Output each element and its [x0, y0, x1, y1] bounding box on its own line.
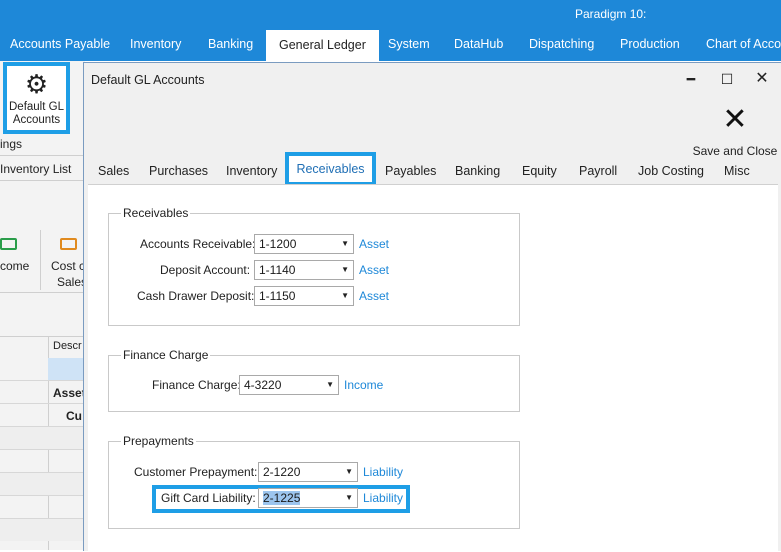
tab-purchases[interactable]: Purchases: [149, 164, 208, 178]
table-row[interactable]: [0, 380, 85, 403]
default-gl-accounts-label-1: Default GL: [9, 101, 64, 113]
gift-card-liability-label: Gift Card Liability:: [161, 491, 256, 505]
default-gl-accounts-dialog: Default GL Accounts ━ ☐ ✕ ✕ Save and Clo…: [83, 62, 781, 552]
deposit-account-select[interactable]: 1-1140 ▼: [254, 260, 354, 280]
tab-inventory[interactable]: Inventory: [226, 164, 277, 178]
menu-tab-general-ledger[interactable]: General Ledger: [266, 30, 379, 61]
finance-charge-type-link[interactable]: Income: [344, 378, 383, 392]
finance-charge-select[interactable]: 4-3220 ▼: [239, 375, 339, 395]
minimize-icon[interactable]: ━: [681, 69, 701, 89]
accounts-receivable-value: 1-1200: [259, 237, 297, 251]
app-title: Paradigm 10:: [575, 7, 647, 21]
tab-equity[interactable]: Equity: [522, 164, 557, 178]
cash-drawer-deposit-value: 1-1150: [259, 289, 296, 303]
table-row[interactable]: [0, 426, 85, 449]
grid-line: [0, 336, 83, 337]
finance-charge-label: Finance Charge:: [152, 378, 241, 392]
receivables-group-title: Receivables: [121, 206, 191, 220]
cash-drawer-deposit-type-link[interactable]: Asset: [359, 289, 389, 303]
income-icon: [0, 238, 17, 250]
tab-misc[interactable]: Misc: [724, 164, 750, 178]
maximize-icon[interactable]: ☐: [717, 69, 737, 89]
deposit-account-label: Deposit Account:: [160, 263, 251, 277]
accounts-receivable-label: Accounts Receivable:: [140, 237, 256, 251]
divider: [0, 292, 83, 293]
save-and-close-button[interactable]: ✕ Save and Close: [692, 102, 778, 159]
table-row[interactable]: [0, 449, 85, 472]
dropdown-arrow-icon: ▼: [345, 493, 353, 502]
deposit-account-type-link[interactable]: Asset: [359, 263, 389, 277]
customer-prepayment-value: 2-1220: [263, 465, 301, 479]
tab-banking[interactable]: Banking: [455, 164, 500, 178]
default-gl-accounts-button[interactable]: ⚙ Default GL Accounts: [3, 62, 70, 134]
divider: [40, 230, 41, 290]
dropdown-arrow-icon: ▼: [341, 291, 349, 300]
dropdown-arrow-icon: ▼: [341, 239, 349, 248]
menu-tab-datahub[interactable]: DataHub: [454, 37, 503, 51]
gift-card-liability-select[interactable]: 2-1225 ▼: [258, 488, 358, 508]
customer-prepayment-type-link[interactable]: Liability: [363, 465, 403, 479]
menu-tab-system[interactable]: System: [388, 37, 430, 51]
divider: [0, 180, 83, 181]
tab-payables[interactable]: Payables: [385, 164, 436, 178]
menu-tab-dispatching[interactable]: Dispatching: [529, 37, 594, 51]
dropdown-arrow-icon: ▼: [341, 265, 349, 274]
finance-charge-group-title: Finance Charge: [121, 348, 211, 362]
menu-tab-production[interactable]: Production: [620, 37, 680, 51]
table-row[interactable]: [0, 518, 85, 541]
description-column-header: Descr: [53, 340, 82, 352]
cost-of-sales-icon: [60, 238, 77, 250]
gift-card-liability-type-link[interactable]: Liability: [363, 491, 403, 505]
divider: [0, 155, 83, 156]
tab-payroll[interactable]: Payroll: [579, 164, 617, 178]
close-x-icon: ✕: [722, 102, 748, 137]
finance-charge-value: 4-3220: [244, 378, 282, 392]
inventory-list-tab[interactable]: Inventory List: [0, 162, 71, 176]
accounts-receivable-type-link[interactable]: Asset: [359, 237, 389, 251]
tab-sales[interactable]: Sales: [98, 164, 129, 178]
dropdown-arrow-icon: ▼: [326, 380, 334, 389]
table-row[interactable]: [0, 403, 85, 426]
settings-label: ings: [0, 137, 23, 151]
table-row[interactable]: [0, 472, 85, 495]
tab-job-costing[interactable]: Job Costing: [638, 164, 704, 178]
table-row[interactable]: [48, 358, 83, 380]
receivables-panel: Receivables Accounts Receivable: 1-1200 …: [88, 184, 778, 552]
cash-drawer-deposit-label: Cash Drawer Deposit:: [137, 289, 255, 303]
customer-prepayment-label: Customer Prepayment:: [134, 465, 258, 479]
tab-receivables[interactable]: Receivables: [285, 152, 376, 186]
gift-card-liability-value: 2-1225: [263, 491, 301, 505]
customer-prepayment-select[interactable]: 2-1220 ▼: [258, 462, 358, 482]
menu-tab-inventory[interactable]: Inventory: [130, 37, 181, 51]
gear-icon: ⚙: [24, 69, 49, 99]
prepayments-group-title: Prepayments: [121, 434, 196, 448]
income-label[interactable]: come: [0, 259, 29, 273]
default-gl-accounts-label-2: Accounts: [12, 114, 61, 126]
cash-drawer-deposit-select[interactable]: 1-1150 ▼: [254, 286, 354, 306]
menu-tab-chart-of-accounts[interactable]: Chart of Accou: [706, 37, 781, 51]
close-icon[interactable]: ✕: [752, 69, 772, 89]
cost-of-sales-label-1[interactable]: Cost c: [51, 259, 85, 273]
dialog-title: Default GL Accounts: [91, 73, 205, 87]
deposit-account-value: 1-1140: [259, 263, 296, 277]
save-and-close-label: Save and Close: [692, 144, 778, 158]
top-ribbon: Paradigm 10: Accounts Payable Inventory …: [0, 0, 781, 61]
menu-tab-banking[interactable]: Banking: [208, 37, 253, 51]
dropdown-arrow-icon: ▼: [345, 467, 353, 476]
menu-tab-accounts-payable[interactable]: Accounts Payable: [10, 37, 110, 51]
accounts-receivable-select[interactable]: 1-1200 ▼: [254, 234, 354, 254]
table-row[interactable]: [0, 495, 85, 518]
